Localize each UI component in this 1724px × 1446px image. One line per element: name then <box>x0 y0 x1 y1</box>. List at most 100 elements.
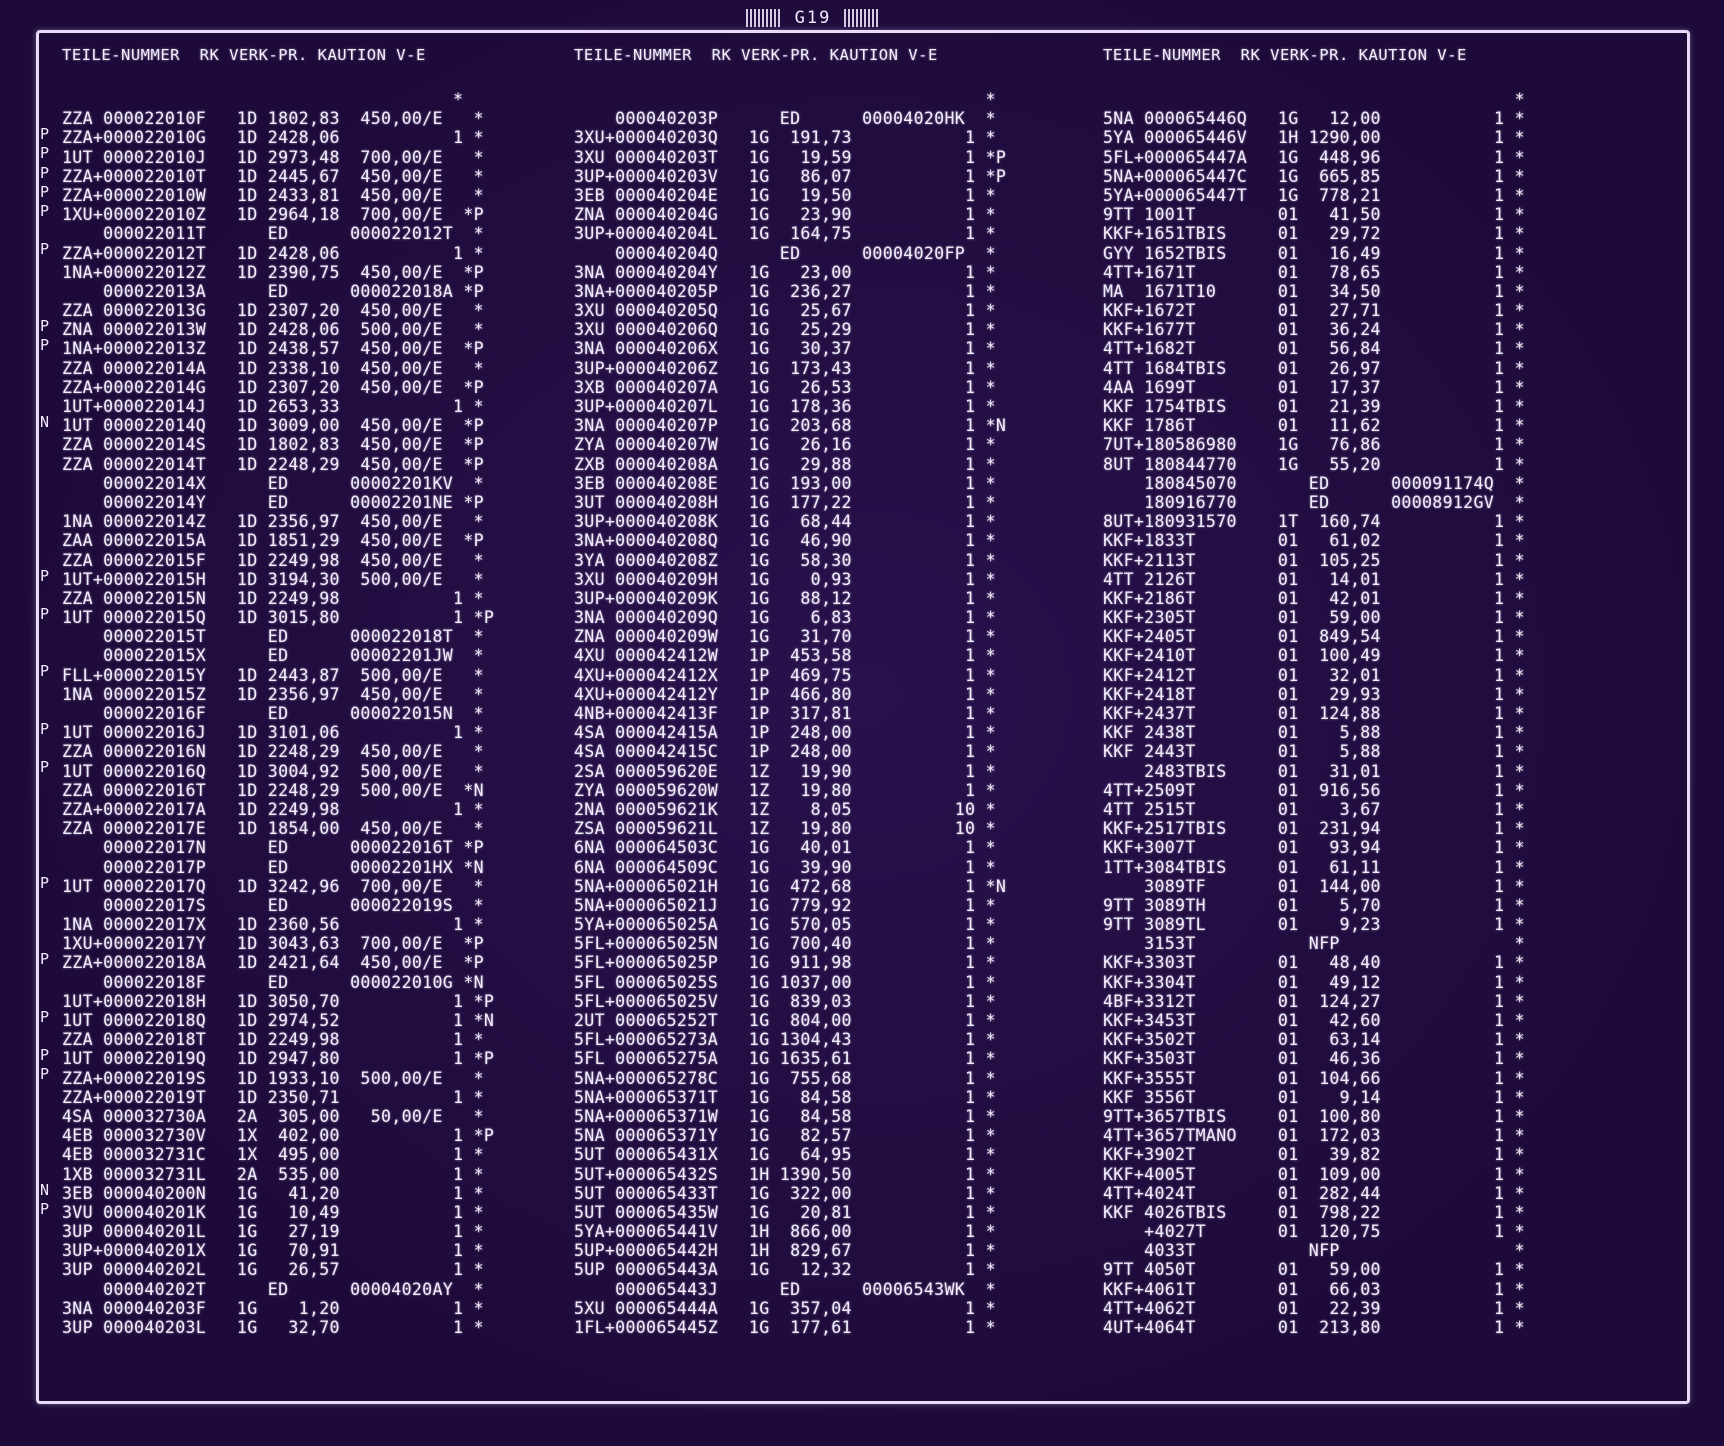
table-row: ZZA 000022014A 1D 2338,10 450,00/E * <box>62 358 484 378</box>
table-row: 5UP 000065443A 1G 12,32 1 * <box>574 1260 996 1280</box>
margin-mark <box>40 624 49 643</box>
table-row: KKF+3453T 01 42,60 1 * <box>1103 1011 1525 1030</box>
margin-mark <box>40 1142 49 1161</box>
table-row: KKF 2443T 01 5,88 1 * <box>1103 742 1525 762</box>
table-row: +4027T 01 120,75 1 * <box>1103 1222 1525 1242</box>
table-row: KKF 4026TBIS 01 798,22 1 * <box>1103 1202 1525 1222</box>
margin-mark <box>40 1296 49 1315</box>
margin-mark <box>40 432 49 451</box>
table-row: 3UP+000040204L 1G 164,75 1 * <box>574 224 996 244</box>
table-row: 3NA 000040204Y 1G 23,00 1 * <box>574 262 996 282</box>
table-row: 2483TBIS 01 31,01 1 * <box>1103 761 1525 781</box>
margin-mark <box>40 739 49 758</box>
table-row: 3NA 000040206X 1G 30,37 1 * <box>574 339 996 359</box>
margin-mark: P <box>40 163 50 182</box>
margin-mark: P <box>40 720 50 738</box>
table-row: 5FL+000065273A 1G 1304,43 1 * <box>574 1030 996 1050</box>
table-row: 3UP+000040203V 1G 86,07 1 *P <box>574 166 1007 186</box>
table-row: 000040203P ED 00004020HK * <box>574 109 996 129</box>
table-row: KKF+2412T 01 32,01 1 * <box>1103 665 1525 685</box>
margin-mark: P <box>40 873 50 892</box>
margin-mark: P <box>40 662 50 681</box>
table-row: 1NA+000022013Z 1D 2438,57 450,00/E *P <box>62 339 484 359</box>
margin-mark <box>40 1276 49 1295</box>
table-row: KKF+3502T 01 63,14 1 * <box>1103 1030 1525 1050</box>
table-row: 4EB 000032730V 1X 402,00 1 *P <box>62 1126 495 1146</box>
margin-mark <box>40 1161 49 1180</box>
table-row: 1UT 000022010J 1D 2973,48 700,00/E * <box>62 147 484 167</box>
table-row: 000022014Y ED 00002201NE *P <box>62 492 484 512</box>
table-row: ZZA 000022015N 1D 2249,98 1 * <box>62 588 484 608</box>
table-row: 1XU+000022010Z 1D 2964,18 700,00/E *P <box>62 205 484 225</box>
table-row: 1UT 000022014Q 1D 3009,00 450,00/E *P <box>62 416 484 436</box>
panel-2-rows: * 000040203P ED 00004020HK * 3XU+00004020… <box>574 90 1006 1337</box>
table-row: 1UT+000022015H 1D 3194,30 500,00/E * <box>62 569 484 589</box>
table-row: 1UT+000022014J 1D 2653,33 1 * <box>62 397 484 416</box>
table-row: 5NA 000065446Q 1G 12,00 1 * <box>1103 109 1525 129</box>
table-row: 8UT 180844770 1G 55,20 1 * <box>1103 454 1525 474</box>
table-row: KKF+2305T 01 59,00 1 * <box>1103 608 1525 628</box>
table-row: 5YA 000065446V 1H 1290,00 1 * <box>1103 128 1525 148</box>
margin-mark: N <box>40 1180 50 1199</box>
table-row: KKF+4005T 01 109,00 1 * <box>1103 1164 1525 1184</box>
table-row: 5FL+000065025N 1G 700,40 1 * <box>574 934 996 954</box>
margin-mark <box>40 1123 49 1142</box>
table-row: 5FL+000065025P 1G 911,98 1 * <box>574 953 996 973</box>
margin-mark <box>40 682 49 701</box>
table-row: 5FL+000065447A 1G 448,96 1 * <box>1103 147 1525 167</box>
table-row: ZZA+000022019S 1D 1933,10 500,00/E * <box>62 1068 484 1088</box>
table-row: KKF 1786T 01 11,62 1 * <box>1103 416 1525 436</box>
table-row: 3EB 000040200N 1G 41,20 1 * <box>62 1183 484 1203</box>
table-row: 1NA 000022017X 1D 2360,56 1 * <box>62 915 484 935</box>
table-row: KKF+3303T 01 48,40 1 * <box>1103 953 1525 973</box>
table-row: 1TT+3084TBIS 01 61,11 1 * <box>1103 857 1525 877</box>
table-row: ZZA 000022018T 1D 2249,98 1 * <box>62 1030 484 1050</box>
table-row: 9TT 4050T 01 59,00 1 * <box>1103 1260 1525 1280</box>
margin-mark <box>40 912 49 931</box>
margin-mark: P <box>40 1065 50 1084</box>
table-row: 3XU+000040203Q 1G 191,73 1 * <box>574 128 996 148</box>
table-row: 4AA 1699T 01 17,37 1 * <box>1103 377 1525 397</box>
table-row: 5UT+000065432S 1H 1390,50 1 * <box>574 1164 996 1184</box>
table-row: ZXB 000040208A 1G 29,88 1 * <box>574 454 996 474</box>
table-row: 3NA 000040203F 1G 1,20 1 * <box>62 1298 484 1318</box>
table-row: 3UP+000040209K 1G 88,12 1 * <box>574 588 996 608</box>
table-row: ZSA 000059621L 1Z 19,80 10 * <box>574 819 996 839</box>
table-row: KKF+3007T 01 93,94 1 * <box>1103 838 1525 858</box>
table-row: 3153T NFP * <box>1103 934 1525 954</box>
table-row: ZZA 000022016T 1D 2248,29 500,00/E *N <box>62 780 484 800</box>
table-row: KKF+1833T 01 61,02 1 * <box>1103 531 1525 551</box>
table-row: 5NA+000065278C 1G 755,68 1 * <box>574 1068 996 1088</box>
table-row: ZAA 000022015A 1D 1851,29 450,00/E *P <box>62 531 484 551</box>
margin-mark <box>40 1104 49 1123</box>
table-row: KKF+2437T 01 124,88 1 * <box>1103 704 1525 723</box>
table-row: 5FL 000065025S 1G 1037,00 1 * <box>574 972 996 992</box>
table-row: 1UT 000022019Q 1D 2947,80 1 *P <box>62 1049 495 1069</box>
margin-mark: P <box>40 317 50 336</box>
table-row: 4TT 2126T 01 14,01 1 * <box>1103 569 1525 589</box>
table-row: ZZA 000022010F 1D 1802,83 450,00/E * <box>62 109 484 129</box>
table-row: 5UT 000065433T 1G 322,00 1 * <box>574 1183 996 1203</box>
table-row: 9TT 3089TH 01 5,70 1 * <box>1103 895 1525 915</box>
margin-mark <box>40 854 49 873</box>
margin-mark <box>40 106 49 125</box>
table-row: ZZA+000022010T 1D 2445,67 450,00/E * <box>62 166 484 186</box>
margin-mark <box>40 355 49 374</box>
table-row: 4TT+1671T 01 78,65 1 * <box>1103 262 1525 282</box>
table-row: 5UT 000065431X 1G 64,95 1 * <box>574 1145 996 1165</box>
table-row: 4TT 2515T 01 3,67 1 * <box>1103 799 1525 819</box>
table-row: 4033T NFP * <box>1103 1241 1525 1261</box>
margin-mark: P <box>40 758 50 777</box>
table-row: 5FL 000065275A 1G 1635,61 1 * <box>574 1049 996 1069</box>
table-row: 4TT+2509T 01 916,56 1 * <box>1103 780 1525 800</box>
table-row: 2NA 000059621K 1Z 8,05 10 * <box>574 799 996 819</box>
table-row: 000040204Q ED 00004020FP * <box>574 243 996 263</box>
table-row: 1NA+000022012Z 1D 2390,75 450,00/E *P <box>62 262 484 282</box>
panel-1-rows: * ZZA 000022010F 1D 1802,83 450,00/E * ZZA… <box>62 90 494 1337</box>
table-row: 6NA 000064509C 1G 39,90 1 * <box>574 857 996 877</box>
table-row: 4TT+4024T 01 282,44 1 * <box>1103 1183 1525 1203</box>
margin-mark <box>40 893 49 912</box>
table-row: 3VU 000040201K 1G 10,49 1 * <box>62 1202 484 1222</box>
table-row: 1UT 000022017Q 1D 3242,96 700,00/E * <box>62 876 484 896</box>
sheet-identifier: G19 <box>746 6 880 30</box>
